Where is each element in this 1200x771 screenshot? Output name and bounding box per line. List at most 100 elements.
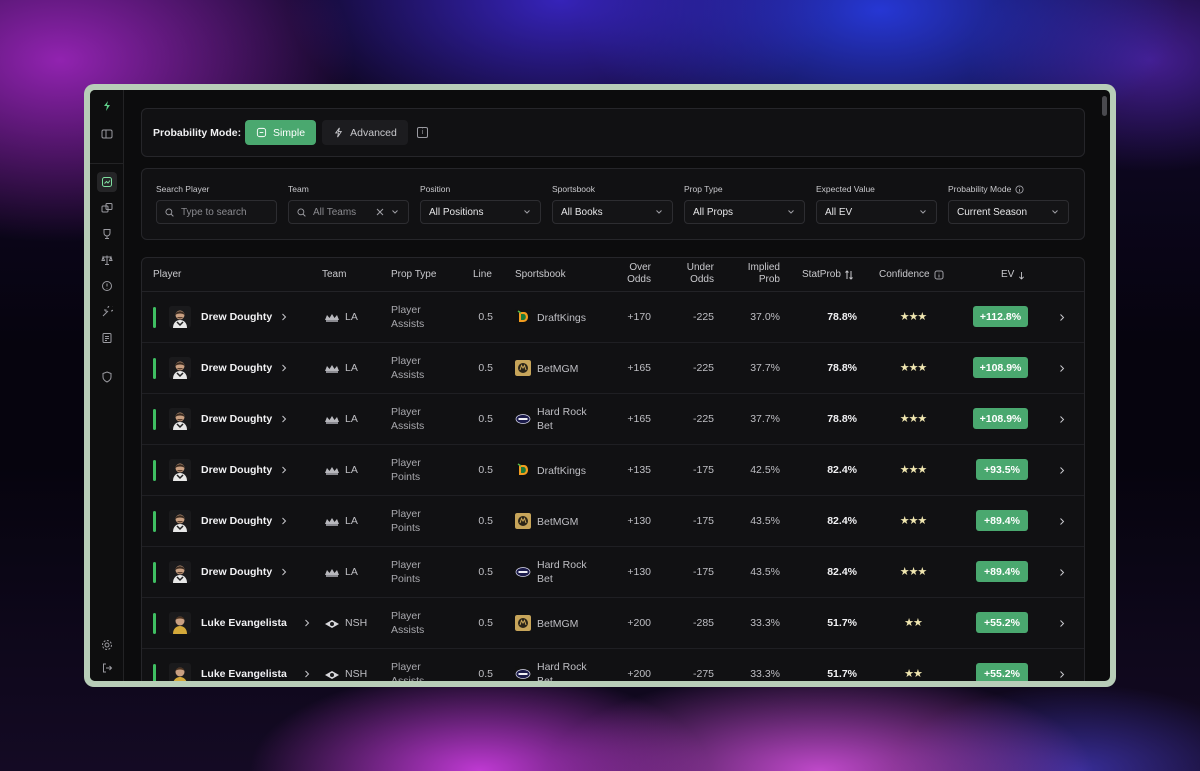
app-window: Probability Mode: Simple Advanced i Sear… (84, 84, 1116, 687)
header-over-odds[interactable]: Over Odds (602, 262, 651, 286)
table-row[interactable]: Drew Doughty LA Player Assists 0.5 BetMG… (142, 343, 1084, 394)
info-icon[interactable] (1015, 184, 1024, 194)
player-name[interactable]: Luke Evangelista (201, 668, 287, 680)
scrollbar-thumb[interactable] (1102, 96, 1107, 116)
sportsbook-logo (515, 513, 531, 529)
player-avatar (169, 561, 191, 583)
team-logo (324, 566, 340, 578)
header-under-odds[interactable]: Under Odds (664, 262, 714, 286)
header-sportsbook[interactable]: Sportsbook (515, 269, 566, 281)
header-player[interactable]: Player (153, 269, 181, 281)
sportsbook-line1: BetMGM (537, 363, 579, 375)
player-name[interactable]: Drew Doughty (201, 362, 272, 374)
expected-value-select[interactable]: All EV (816, 200, 937, 224)
line-cell: 0.5 (452, 649, 493, 681)
betmgm-logo-icon (515, 360, 531, 376)
row-chevron-right-icon[interactable] (1059, 364, 1065, 373)
row-chevron-right-icon[interactable] (1059, 568, 1065, 577)
row-chevron-right-icon[interactable] (1059, 415, 1065, 424)
trophy-icon[interactable] (97, 224, 117, 244)
prop-type-select[interactable]: All Props (684, 200, 805, 224)
statprob: 78.8% (827, 311, 857, 323)
simple-mode-button[interactable]: Simple (245, 120, 316, 145)
table-row[interactable]: Drew Doughty LA Player Points 0.5 DraftK… (142, 445, 1084, 496)
row-chevron-right-icon[interactable] (1059, 619, 1065, 628)
player-name[interactable]: Drew Doughty (201, 413, 272, 425)
nsh-team-logo (325, 671, 339, 679)
sportsbook-filter-label: Sportsbook (552, 184, 595, 194)
chevron-right-icon[interactable] (303, 618, 311, 628)
player-name[interactable]: Luke Evangelista (201, 617, 287, 629)
row-chevron-right-icon[interactable] (1059, 466, 1065, 475)
advanced-mode-button[interactable]: Advanced (322, 120, 408, 145)
player-name[interactable]: Drew Doughty (201, 566, 272, 578)
logout-icon[interactable] (97, 658, 117, 678)
table-row[interactable]: Luke Evangelista NSH Player Assists 0.5 … (142, 649, 1084, 681)
header-confidence[interactable]: Confidence (879, 269, 944, 281)
header-implied-prob[interactable]: Implied Prob (730, 262, 780, 286)
player-name[interactable]: Drew Doughty (201, 464, 272, 476)
row-chevron-right-icon[interactable] (1059, 517, 1065, 526)
settings-gear-icon[interactable] (97, 635, 117, 655)
prop-type-line2: Assists (391, 369, 425, 381)
player-photo-icon (169, 663, 191, 681)
prop-type: Player Assists (391, 405, 451, 433)
table-row[interactable]: Drew Doughty LA Player Points 0.5 BetMGM… (142, 496, 1084, 547)
parlays-icon[interactable] (97, 198, 117, 218)
line-value: 0.5 (478, 464, 493, 476)
scale-icon[interactable] (97, 250, 117, 270)
header-statprob[interactable]: StatProb (802, 269, 854, 281)
team-select[interactable]: All Teams (288, 200, 409, 224)
chevron-right-icon[interactable] (280, 312, 288, 322)
chevron-right-icon[interactable] (280, 516, 288, 526)
player-name[interactable]: Drew Doughty (201, 515, 272, 527)
header-line[interactable]: Line (473, 269, 492, 281)
team-filter: Team All Teams (288, 183, 409, 224)
row-chevron-right-icon[interactable] (1059, 670, 1065, 679)
chevron-right-icon[interactable] (303, 669, 311, 679)
table-row[interactable]: Drew Doughty LA Player Assists 0.5 Hard … (142, 394, 1084, 445)
player-name[interactable]: Drew Doughty (201, 311, 272, 323)
app-inner: Probability Mode: Simple Advanced i Sear… (90, 90, 1110, 681)
chevron-right-icon[interactable] (280, 567, 288, 577)
sportsbook-select[interactable]: All Books (552, 200, 673, 224)
table-row[interactable]: Drew Doughty LA Player Points 0.5 Hard R… (142, 547, 1084, 598)
statprob: 78.8% (827, 362, 857, 374)
tools-icon[interactable] (97, 302, 117, 322)
app-logo-icon[interactable] (97, 96, 117, 116)
expected-value-filter-label: Expected Value (816, 184, 875, 194)
prop-type-select-value: All Props (693, 206, 734, 218)
implied-prob: 43.5% (750, 515, 780, 527)
confidence-stars: ★★★ (899, 566, 928, 578)
search-icon (165, 207, 174, 217)
chevron-right-icon[interactable] (280, 363, 288, 373)
header-prop-type[interactable]: Prop Type (391, 269, 436, 281)
chevron-right-icon[interactable] (280, 414, 288, 424)
position-select[interactable]: All Positions (420, 200, 541, 224)
dashboard-icon[interactable] (97, 172, 117, 192)
row-chevron-right-icon[interactable] (1059, 313, 1065, 322)
header-ev[interactable]: EV (1001, 269, 1025, 281)
alert-icon[interactable] (97, 276, 117, 296)
notes-icon[interactable] (97, 328, 117, 348)
search-player-input[interactable]: Type to search (156, 200, 277, 224)
team-abbr: NSH (345, 617, 368, 629)
clear-icon[interactable] (376, 208, 384, 216)
team-select-value: All Teams (313, 206, 357, 218)
header-under-odds-line2: Odds (690, 274, 714, 285)
shield-icon[interactable] (97, 367, 117, 387)
chevron-right-icon[interactable] (280, 465, 288, 475)
chevron-down-icon (392, 210, 398, 214)
sidebar-toggle-icon[interactable] (97, 124, 117, 144)
prop-type-line1: Player (391, 559, 421, 571)
probability-mode-select[interactable]: Current Season (948, 200, 1069, 224)
line-cell: 0.5 (452, 496, 493, 547)
line-value: 0.5 (478, 413, 493, 425)
header-team[interactable]: Team (322, 269, 346, 281)
info-icon[interactable]: i (417, 127, 428, 138)
table-row[interactable]: Drew Doughty LA Player Assists 0.5 Draft… (142, 292, 1084, 343)
table-row[interactable]: Luke Evangelista NSH Player Assists 0.5 … (142, 598, 1084, 649)
header-implied-prob-line2: Prob (758, 274, 780, 285)
info-icon[interactable] (934, 270, 944, 280)
statprob: 82.4% (827, 515, 857, 527)
